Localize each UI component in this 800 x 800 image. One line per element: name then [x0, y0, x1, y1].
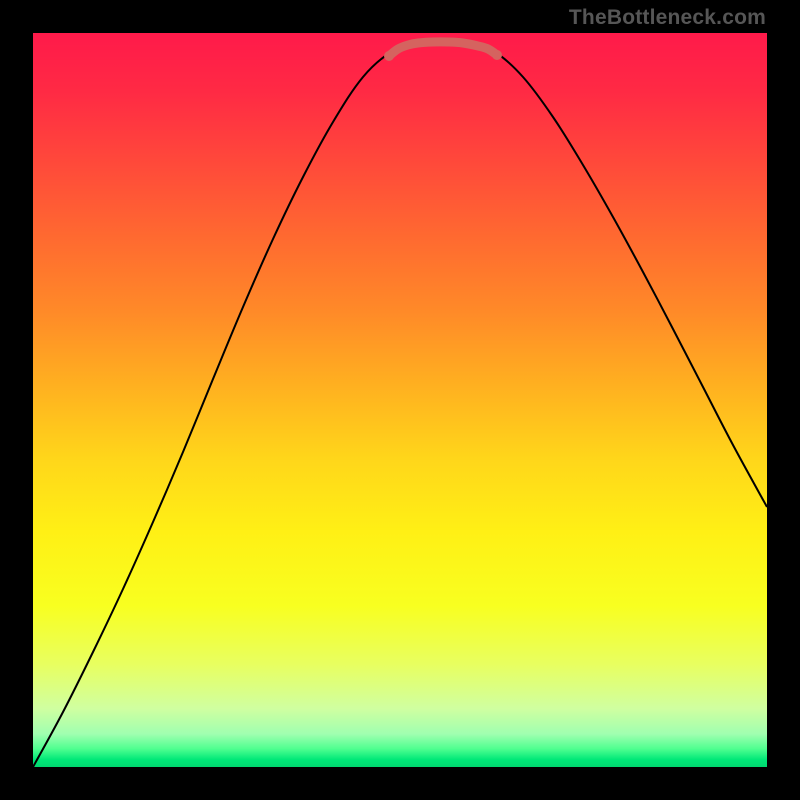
- highlight-end-dot: [492, 50, 502, 60]
- highlight-segment: [389, 42, 497, 56]
- bottleneck-curve: [33, 43, 767, 767]
- watermark-text: TheBottleneck.com: [569, 6, 766, 30]
- chart-container: TheBottleneck.com: [0, 0, 800, 800]
- curve-overlay: [33, 33, 767, 767]
- highlight-start-dot: [384, 51, 394, 61]
- plot-area: [33, 33, 767, 767]
